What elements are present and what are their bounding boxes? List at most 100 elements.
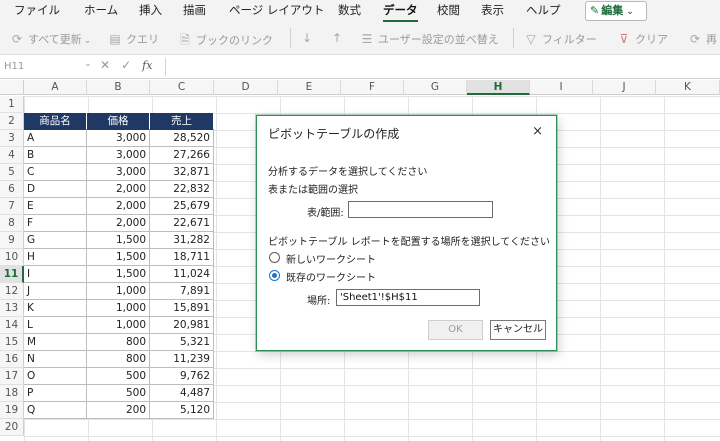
table-cell[interactable]: 1,000 [87,283,150,300]
table-cell[interactable]: 28,520 [150,130,214,147]
table-cell[interactable]: H [24,249,87,266]
tab-page-layout[interactable]: ページ レイアウト [229,2,324,18]
table-cell[interactable]: 11,239 [150,351,214,368]
reapply-button[interactable]: ⟳ 再 [688,31,717,47]
table-cell[interactable]: 1,500 [87,266,150,283]
row-header-15[interactable]: 15 [0,334,24,351]
tab-help[interactable]: ヘルプ [526,2,561,18]
edit-mode-button[interactable]: ✎ 編集 ⌄ [585,1,647,21]
row-header-14[interactable]: 14 [0,317,24,334]
table-cell[interactable]: I [24,266,87,283]
table-cell[interactable]: 11,024 [150,266,214,283]
row-header-2[interactable]: 2 [0,113,24,130]
table-cell[interactable]: 4,487 [150,385,214,402]
new-worksheet-label[interactable]: 新しいワークシート [286,251,376,266]
table-cell[interactable]: L [24,317,87,334]
table-cell[interactable]: 800 [87,351,150,368]
column-header-c[interactable]: C [150,80,214,95]
column-header-i[interactable]: I [530,80,593,95]
table-cell[interactable]: 32,871 [150,164,214,181]
table-cell[interactable]: 22,671 [150,215,214,232]
table-cell[interactable]: 27,266 [150,147,214,164]
table-cell[interactable]: 800 [87,334,150,351]
header-cell-price[interactable]: 価格 [87,113,150,130]
table-cell[interactable]: 1,000 [87,317,150,334]
column-header-e[interactable]: E [278,80,341,95]
name-box[interactable]: H11 [2,58,90,76]
table-cell[interactable]: B [24,147,87,164]
row-header-4[interactable]: 4 [0,147,24,164]
filter-button[interactable]: ▽ フィルター [524,31,596,47]
table-cell[interactable]: D [24,181,87,198]
table-cell[interactable]: O [24,368,87,385]
table-cell[interactable]: 500 [87,385,150,402]
cancel-icon[interactable]: ✕ [100,58,110,72]
tab-review[interactable]: 校閲 [437,2,460,18]
header-cell-product[interactable]: 商品名 [24,113,87,130]
row-header-9[interactable]: 9 [0,232,24,249]
close-icon[interactable]: × [532,124,543,139]
table-cell[interactable]: N [24,351,87,368]
table-cell[interactable]: Q [24,402,87,419]
table-cell[interactable]: 2,000 [87,198,150,215]
row-header-5[interactable]: 5 [0,164,24,181]
row-header-16[interactable]: 16 [0,351,24,368]
row-header-8[interactable]: 8 [0,215,24,232]
refresh-all-button[interactable]: ⟳ すべて更新 ⌄ [10,31,91,47]
table-cell[interactable]: 18,711 [150,249,214,266]
tab-home[interactable]: ホーム [84,2,118,18]
table-cell[interactable]: 200 [87,402,150,419]
cancel-button[interactable]: キャンセル [490,320,546,340]
sort-descending-button[interactable]: ↑ [330,31,348,45]
column-header-f[interactable]: F [341,80,404,95]
table-cell[interactable]: 3,000 [87,130,150,147]
table-cell[interactable]: 7,891 [150,283,214,300]
table-cell[interactable]: 2,000 [87,181,150,198]
row-header-7[interactable]: 7 [0,198,24,215]
tab-view[interactable]: 表示 [481,2,504,18]
table-cell[interactable]: F [24,215,87,232]
table-cell[interactable]: J [24,283,87,300]
new-worksheet-radio[interactable] [269,252,280,263]
column-header-h[interactable]: H [467,80,530,95]
row-header-12[interactable]: 12 [0,283,24,300]
chevron-down-icon[interactable]: ⌄ [84,59,92,69]
table-cell[interactable]: K [24,300,87,317]
tab-formulas[interactable]: 数式 [338,2,361,18]
insert-function-icon[interactable]: fx [142,59,152,72]
clear-filter-button[interactable]: ⊽ クリア [617,31,668,47]
column-header-a[interactable]: A [24,80,87,95]
tab-data[interactable]: データ [383,2,418,22]
column-header-b[interactable]: B [87,80,150,95]
table-cell[interactable]: 2,000 [87,215,150,232]
row-header-3[interactable]: 3 [0,130,24,147]
table-cell[interactable]: E [24,198,87,215]
table-cell[interactable]: 5,321 [150,334,214,351]
custom-sort-button[interactable]: ☰ ユーザー設定の並べ替え [360,31,499,47]
workbook-links-button[interactable]: 🗎 ブックのリンク [178,31,273,52]
table-cell[interactable]: 20,981 [150,317,214,334]
row-header-1[interactable]: 1 [0,96,24,113]
table-cell[interactable]: 1,500 [87,232,150,249]
table-cell[interactable]: G [24,232,87,249]
table-cell[interactable]: 31,282 [150,232,214,249]
header-cell-sales[interactable]: 売上 [150,113,214,130]
table-cell[interactable]: 9,762 [150,368,214,385]
existing-worksheet-label[interactable]: 既存のワークシート [286,269,376,284]
row-header-17[interactable]: 17 [0,368,24,385]
existing-worksheet-radio[interactable] [269,270,280,281]
row-header-10[interactable]: 10 [0,249,24,266]
column-header-k[interactable]: K [656,80,720,95]
column-header-d[interactable]: D [214,80,278,95]
table-cell[interactable]: 25,679 [150,198,214,215]
column-header-j[interactable]: J [593,80,656,95]
table-cell[interactable]: 3,000 [87,147,150,164]
ok-button[interactable]: OK [428,320,483,340]
tab-file[interactable]: ファイル [14,2,60,18]
tab-draw[interactable]: 描画 [183,2,206,18]
table-cell[interactable]: M [24,334,87,351]
column-header-g[interactable]: G [404,80,467,95]
row-header-19[interactable]: 19 [0,402,24,419]
table-cell[interactable]: P [24,385,87,402]
table-cell[interactable]: C [24,164,87,181]
